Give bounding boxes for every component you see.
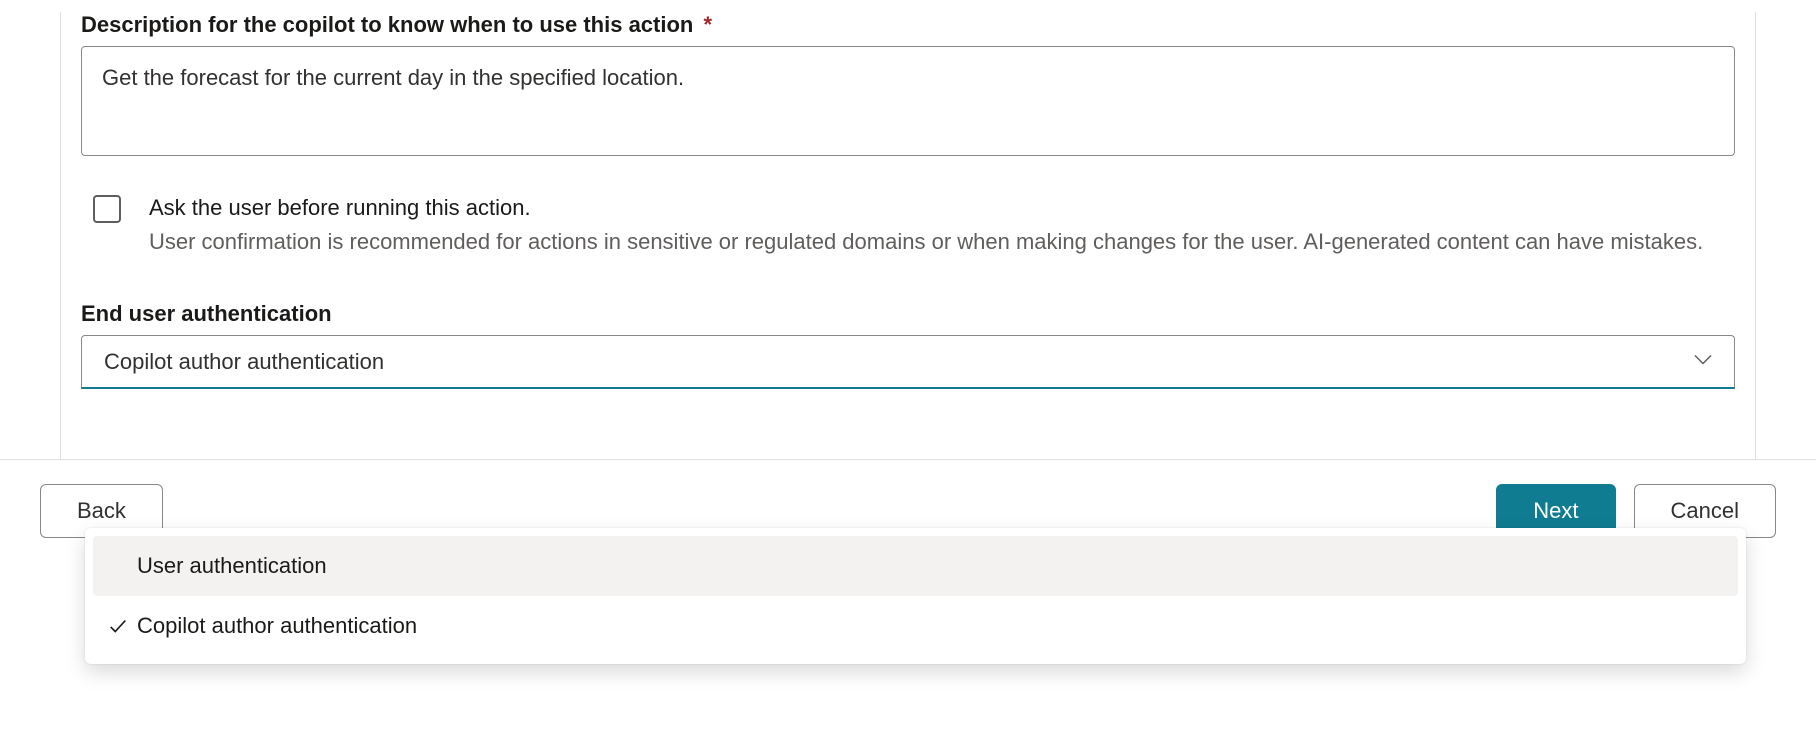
description-label-text: Description for the copilot to know when… xyxy=(81,12,693,37)
auth-option-label: User authentication xyxy=(137,553,327,579)
auth-select-value: Copilot author authentication xyxy=(104,349,384,375)
auth-option-copilot-author-authentication[interactable]: Copilot author authentication xyxy=(93,596,1738,656)
auth-select-wrap: Copilot author authentication xyxy=(81,335,1735,389)
required-asterisk: * xyxy=(703,12,712,37)
button-bar: Back Next Cancel xyxy=(0,459,1816,538)
description-input[interactable] xyxy=(81,46,1735,156)
checkmark-icon xyxy=(107,615,137,637)
confirm-checkbox[interactable] xyxy=(93,195,121,223)
auth-label: End user authentication xyxy=(81,301,1735,327)
auth-option-user-authentication[interactable]: User authentication xyxy=(93,536,1738,596)
confirm-secondary-text: User confirmation is recommended for act… xyxy=(149,229,1703,254)
confirm-primary-text: Ask the user before running this action. xyxy=(149,195,531,220)
form-panel: Description for the copilot to know when… xyxy=(60,12,1756,459)
auth-select[interactable]: Copilot author authentication xyxy=(81,335,1735,389)
description-label: Description for the copilot to know when… xyxy=(81,12,1735,38)
auth-dropdown-popup: User authentication Copilot author authe… xyxy=(85,528,1746,664)
confirm-checkbox-row: Ask the user before running this action.… xyxy=(81,191,1735,259)
auth-option-label: Copilot author authentication xyxy=(137,613,417,639)
confirm-text-block: Ask the user before running this action.… xyxy=(149,191,1703,259)
